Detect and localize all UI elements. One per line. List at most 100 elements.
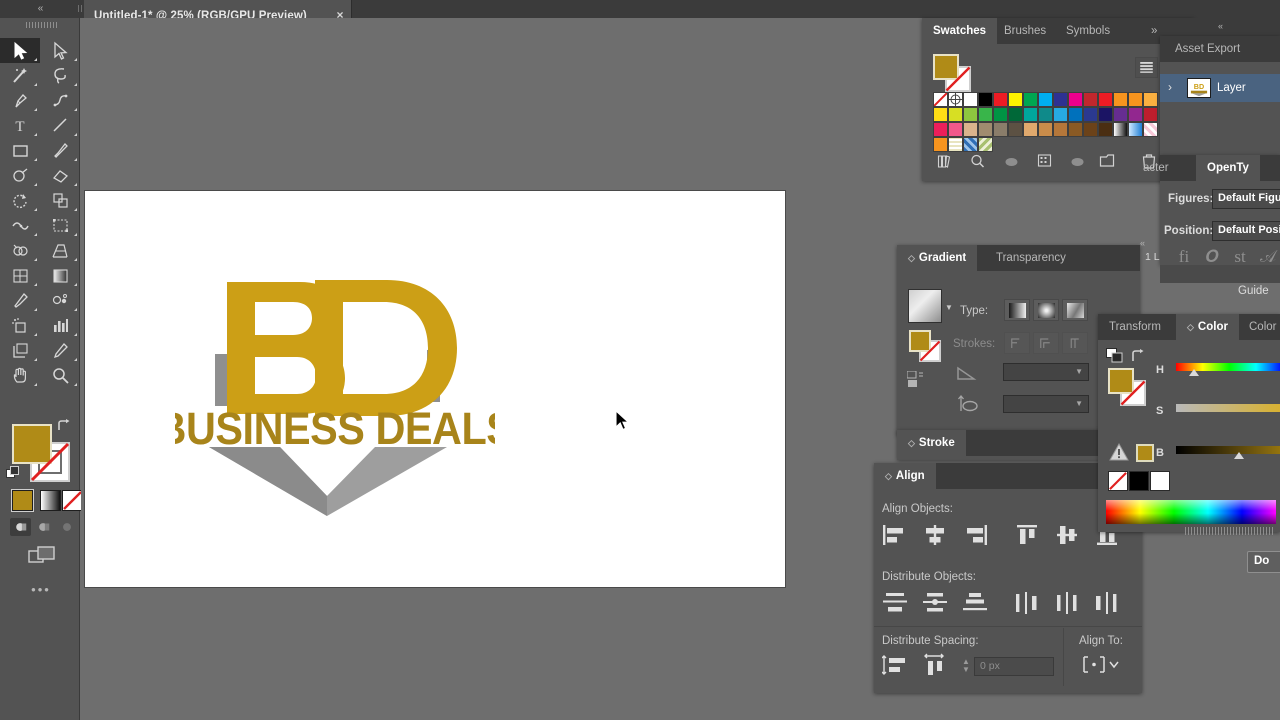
swatch-cell[interactable]	[1053, 122, 1068, 137]
swatch-cell[interactable]	[1083, 107, 1098, 122]
type-tool[interactable]: T	[0, 113, 40, 138]
brightness-slider-thumb[interactable]	[1234, 452, 1244, 459]
swatch-cell[interactable]	[963, 107, 978, 122]
blend-tool[interactable]	[40, 288, 80, 313]
swatch-cell[interactable]	[948, 92, 963, 107]
edit-toolbar-icon[interactable]: •••	[30, 582, 52, 597]
linear-gradient-button[interactable]	[1004, 299, 1030, 321]
swatch-cell[interactable]	[1068, 92, 1083, 107]
white-color-button[interactable]	[1150, 471, 1170, 491]
show-swatch-kinds-icon[interactable]	[968, 152, 988, 170]
eyedropper-tool[interactable]	[0, 288, 40, 313]
default-fill-stroke-icon[interactable]	[6, 466, 20, 480]
tab-guides[interactable]: Guide	[1238, 285, 1269, 297]
swatch-cell[interactable]	[1113, 122, 1128, 137]
swatch-cell[interactable]	[1023, 92, 1038, 107]
swatch-cell[interactable]	[948, 107, 963, 122]
tools-panel-grip[interactable]	[26, 22, 58, 28]
column-graph-tool[interactable]	[40, 313, 80, 338]
swatch-cell[interactable]	[1068, 107, 1083, 122]
tab-transparency[interactable]: Transparency	[985, 245, 1077, 271]
magic-wand-tool[interactable]	[0, 63, 40, 88]
swatch-cell[interactable]	[933, 92, 948, 107]
swatch-cell[interactable]	[1083, 92, 1098, 107]
tab-gradient[interactable]: ◇ Gradient	[897, 245, 978, 271]
swatch-cell[interactable]	[948, 122, 963, 137]
new-swatch-icon[interactable]	[1098, 152, 1118, 170]
curvature-tool[interactable]	[40, 88, 80, 113]
swatch-cell[interactable]	[1053, 107, 1068, 122]
position-dropdown[interactable]: Default Positi	[1212, 221, 1280, 241]
swatch-cell[interactable]	[1068, 122, 1083, 137]
tab-opentype[interactable]: OpenTy	[1196, 155, 1260, 181]
new-color-group-icon[interactable]	[1068, 152, 1088, 170]
swatch-cell[interactable]	[1008, 122, 1023, 137]
swatch-cell[interactable]	[1038, 122, 1053, 137]
swatch-cell[interactable]	[1008, 92, 1023, 107]
swatch-cell[interactable]	[1098, 92, 1113, 107]
gradient-preview[interactable]	[908, 289, 942, 323]
out-of-gamut-warning-icon[interactable]	[1108, 442, 1130, 462]
tab-color[interactable]: ◇ Color	[1176, 314, 1239, 340]
swatch-cell[interactable]	[1128, 122, 1143, 137]
none-color-button[interactable]	[1108, 471, 1128, 491]
swatch-cell[interactable]	[1143, 122, 1158, 137]
paintbrush-tool[interactable]	[40, 138, 80, 163]
swatch-cell[interactable]	[1023, 107, 1038, 122]
tab-asset-export[interactable]: Asset Export	[1164, 36, 1251, 62]
swatches-list-view-button[interactable]	[1135, 57, 1158, 78]
swatch-cell[interactable]	[1143, 107, 1158, 122]
symbol-sprayer-tool[interactable]	[0, 313, 40, 338]
horizontal-distribute-space-icon[interactable]	[922, 653, 950, 679]
draw-inside-button[interactable]	[56, 518, 77, 536]
swatch-cell[interactable]	[1023, 122, 1038, 137]
spacing-stepper[interactable]: ▲ ▼	[958, 658, 974, 674]
gradient-fill-button[interactable]	[40, 490, 61, 511]
swatch-options-icon[interactable]	[1036, 152, 1056, 170]
pen-tool[interactable]	[0, 88, 40, 113]
swatch-cell[interactable]	[963, 122, 978, 137]
rotate-tool[interactable]	[0, 188, 40, 213]
done-button[interactable]: Do	[1247, 551, 1280, 573]
distribute-top-icon[interactable]	[882, 591, 910, 617]
saturation-slider-track[interactable]	[1176, 404, 1280, 412]
hue-slider-thumb[interactable]	[1189, 369, 1199, 376]
lasso-tool[interactable]	[40, 63, 80, 88]
swatch-cell[interactable]	[1113, 92, 1128, 107]
swatch-cell[interactable]	[993, 107, 1008, 122]
align-horizontal-center-icon[interactable]	[922, 523, 950, 549]
rectangle-tool[interactable]	[0, 138, 40, 163]
radial-gradient-button[interactable]	[1033, 299, 1059, 321]
swatch-cell[interactable]	[1113, 107, 1128, 122]
hand-tool[interactable]	[0, 363, 40, 388]
swap-fill-stroke-icon[interactable]	[56, 418, 72, 434]
gradient-aspect-field[interactable]: ▼	[1003, 395, 1089, 413]
swatch-cell[interactable]	[1038, 92, 1053, 107]
logo-artwork[interactable]: BUSINESS DEALS	[175, 272, 495, 520]
fill-color-box[interactable]	[12, 424, 52, 464]
draw-normal-button[interactable]	[10, 518, 31, 536]
mesh-tool[interactable]	[0, 263, 40, 288]
brightness-slider-track[interactable]	[1176, 446, 1280, 454]
color-fill-button[interactable]	[11, 489, 34, 512]
align-top-icon[interactable]	[1014, 523, 1042, 549]
black-color-button[interactable]	[1129, 471, 1149, 491]
vertical-distribute-space-icon[interactable]	[881, 653, 910, 679]
swatch-libraries-icon[interactable]	[936, 152, 956, 170]
artboard-tool[interactable]	[0, 338, 40, 363]
align-right-icon[interactable]	[962, 523, 990, 549]
shaper-tool[interactable]	[0, 163, 40, 188]
none-fill-button[interactable]	[62, 490, 83, 511]
tab-symbols[interactable]: Symbols	[1055, 18, 1121, 44]
gradient-tool[interactable]	[40, 263, 80, 288]
collapse-panels-icon[interactable]: «	[30, 2, 50, 16]
align-left-icon[interactable]	[882, 523, 910, 549]
line-segment-tool[interactable]	[40, 113, 80, 138]
align-to-selection-icon[interactable]	[1079, 653, 1121, 679]
swatch-cell[interactable]	[963, 92, 978, 107]
swatch-cell[interactable]	[1143, 92, 1158, 107]
slice-tool[interactable]	[40, 338, 80, 363]
swatch-cell[interactable]	[978, 107, 993, 122]
gradient-fill-stroke-toggle-icon[interactable]	[907, 371, 929, 389]
swatch-cell[interactable]	[1128, 107, 1143, 122]
